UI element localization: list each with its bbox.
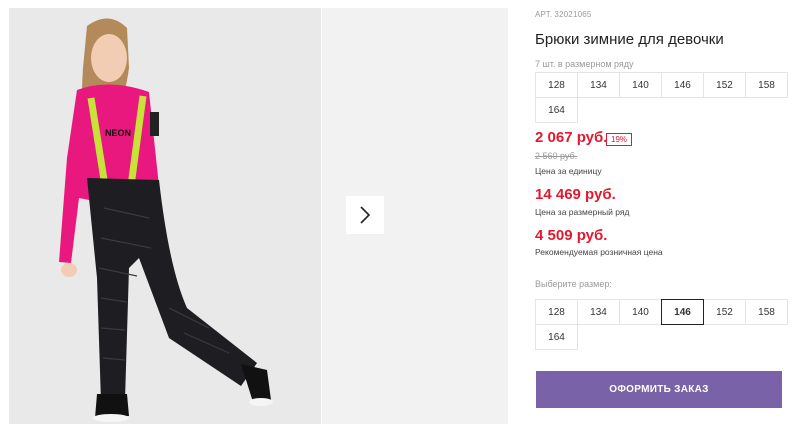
size-option-128[interactable]: 128 bbox=[535, 299, 578, 325]
size-option-158[interactable]: 158 bbox=[745, 299, 788, 325]
size-row-note: 7 шт. в размерном ряду bbox=[535, 59, 634, 69]
unit-price: 2 067 руб. bbox=[535, 129, 608, 146]
next-photo-button[interactable] bbox=[346, 196, 384, 234]
recommended-price: 4 509 руб. bbox=[535, 227, 608, 244]
product-photo-illustration: NEON bbox=[9, 8, 321, 424]
place-order-button[interactable]: ОФОРМИТЬ ЗАКАЗ bbox=[536, 371, 782, 408]
size-selector: 128 134 140 146 152 158 164 bbox=[535, 299, 788, 350]
svg-text:NEON: NEON bbox=[105, 128, 131, 138]
product-sku: АРТ. 32021065 bbox=[535, 10, 592, 19]
recommended-price-caption: Рекомендуемая розничная цена bbox=[535, 247, 663, 257]
size-option-140[interactable]: 140 bbox=[619, 299, 662, 325]
product-gallery: NEON bbox=[0, 0, 508, 424]
size-row-item: 158 bbox=[745, 72, 788, 98]
product-photo[interactable]: NEON bbox=[9, 8, 321, 424]
size-row-item: 128 bbox=[535, 72, 578, 98]
unit-price-caption: Цена за единицу bbox=[535, 166, 602, 176]
size-row-grid: 128 134 140 146 152 158 164 bbox=[535, 72, 788, 123]
size-row-item: 164 bbox=[535, 97, 578, 123]
size-option-164[interactable]: 164 bbox=[535, 324, 578, 350]
size-option-146[interactable]: 146 bbox=[661, 299, 704, 325]
chevron-right-icon bbox=[360, 206, 371, 224]
row-price: 14 469 руб. bbox=[535, 186, 616, 203]
size-option-152[interactable]: 152 bbox=[703, 299, 746, 325]
old-price: 2 560 руб. bbox=[535, 151, 578, 161]
row-price-caption: Цена за размерный ряд bbox=[535, 207, 630, 217]
size-row-item: 146 bbox=[661, 72, 704, 98]
choose-size-label: Выберите размер: bbox=[535, 279, 612, 289]
product-title: Брюки зимние для девочки bbox=[535, 31, 724, 48]
size-row-item: 152 bbox=[703, 72, 746, 98]
size-row-item: 134 bbox=[577, 72, 620, 98]
discount-badge: 19% bbox=[606, 133, 633, 146]
sku-value: 32021065 bbox=[554, 10, 592, 19]
sku-label: АРТ. bbox=[535, 10, 553, 19]
product-panel: АРТ. 32021065 Брюки зимние для девочки 7 … bbox=[520, 0, 800, 424]
size-option-134[interactable]: 134 bbox=[577, 299, 620, 325]
size-row-item: 140 bbox=[619, 72, 662, 98]
